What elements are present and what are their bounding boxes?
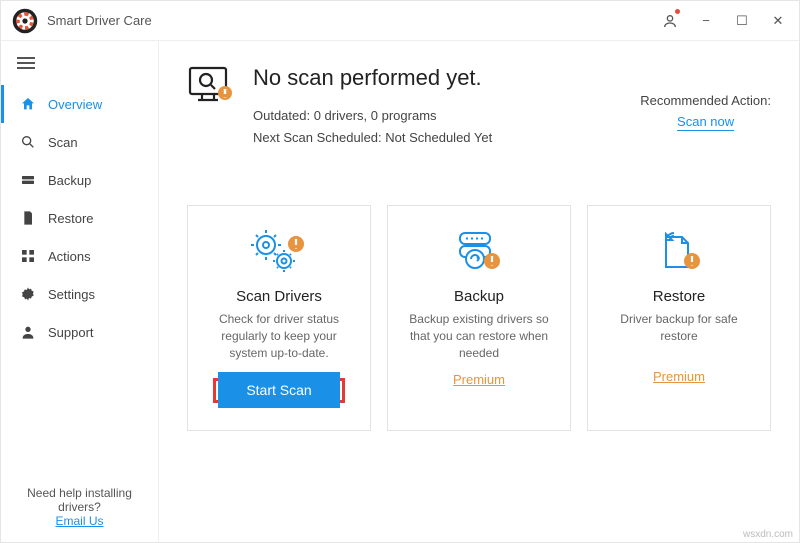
close-button[interactable]: ✕	[763, 6, 793, 36]
home-icon	[20, 96, 36, 112]
sidebar-item-label: Scan	[48, 135, 78, 150]
server-backup-icon	[448, 224, 510, 280]
monitor-scan-icon	[187, 65, 235, 112]
app-logo-icon	[11, 7, 39, 35]
sidebar-item-label: Overview	[48, 97, 102, 112]
recommended-label: Recommended Action:	[640, 93, 771, 108]
sidebar-footer: Need help installing drivers? Email Us	[1, 472, 158, 542]
search-icon	[20, 134, 36, 150]
scan-now-link[interactable]: Scan now	[677, 114, 734, 131]
backup-premium-link[interactable]: Premium	[453, 372, 505, 387]
restore-premium-link[interactable]: Premium	[653, 369, 705, 384]
card-title: Restore	[653, 288, 706, 305]
title-bar: Smart Driver Care − ☐ ✕	[1, 1, 799, 41]
minimize-button[interactable]: −	[691, 6, 721, 36]
start-scan-highlight: Start Scan	[213, 378, 344, 403]
person-icon	[20, 324, 36, 340]
start-scan-button[interactable]: Start Scan	[218, 372, 339, 408]
sidebar-item-label: Support	[48, 325, 94, 340]
email-us-link[interactable]: Email Us	[55, 514, 103, 528]
recommended-action: Recommended Action: Scan now	[640, 93, 771, 129]
sidebar-item-scan[interactable]: Scan	[1, 123, 158, 161]
sidebar-item-backup[interactable]: Backup	[1, 161, 158, 199]
next-scan-status: Next Scan Scheduled: Not Scheduled Yet	[253, 127, 492, 149]
gears-icon	[248, 224, 310, 280]
card-desc: Check for driver status regularly to kee…	[202, 311, 356, 361]
card-title: Scan Drivers	[236, 288, 322, 305]
watermark-text: wsxdn.com	[743, 529, 793, 540]
card-desc: Driver backup for safe restore	[602, 311, 756, 359]
card-restore: Restore Driver backup for safe restore P…	[587, 205, 771, 430]
sidebar-item-restore[interactable]: Restore	[1, 199, 158, 237]
sidebar-item-label: Settings	[48, 287, 95, 302]
outdated-status: Outdated: 0 drivers, 0 programs	[253, 105, 492, 127]
sidebar-item-support[interactable]: Support	[1, 313, 158, 351]
page-title: No scan performed yet.	[253, 65, 492, 91]
account-icon[interactable]	[655, 6, 685, 36]
app-title: Smart Driver Care	[47, 13, 152, 29]
sidebar-item-label: Backup	[48, 173, 91, 188]
file-restore-icon	[648, 224, 710, 280]
sidebar-item-label: Actions	[48, 249, 91, 264]
maximize-button[interactable]: ☐	[727, 6, 757, 36]
card-title: Backup	[454, 288, 504, 305]
sidebar: Overview Scan Backup Restore Actions Set…	[1, 41, 159, 542]
main-content: No scan performed yet. Outdated: 0 drive…	[159, 41, 799, 542]
sidebar-item-label: Restore	[48, 211, 94, 226]
card-backup: Backup Backup existing drivers so that y…	[387, 205, 571, 430]
help-text: Need help installing drivers?	[11, 486, 148, 514]
backup-icon	[20, 172, 36, 188]
sidebar-item-actions[interactable]: Actions	[1, 237, 158, 275]
sidebar-item-overview[interactable]: Overview	[1, 85, 158, 123]
menu-toggle-button[interactable]	[1, 41, 158, 85]
sidebar-item-settings[interactable]: Settings	[1, 275, 158, 313]
notification-dot-icon	[675, 9, 680, 14]
card-scan-drivers: Scan Drivers Check for driver status reg…	[187, 205, 371, 430]
gear-icon	[20, 286, 36, 302]
card-desc: Backup existing drivers so that you can …	[402, 311, 556, 361]
grid-icon	[20, 248, 36, 264]
restore-icon	[20, 210, 36, 226]
